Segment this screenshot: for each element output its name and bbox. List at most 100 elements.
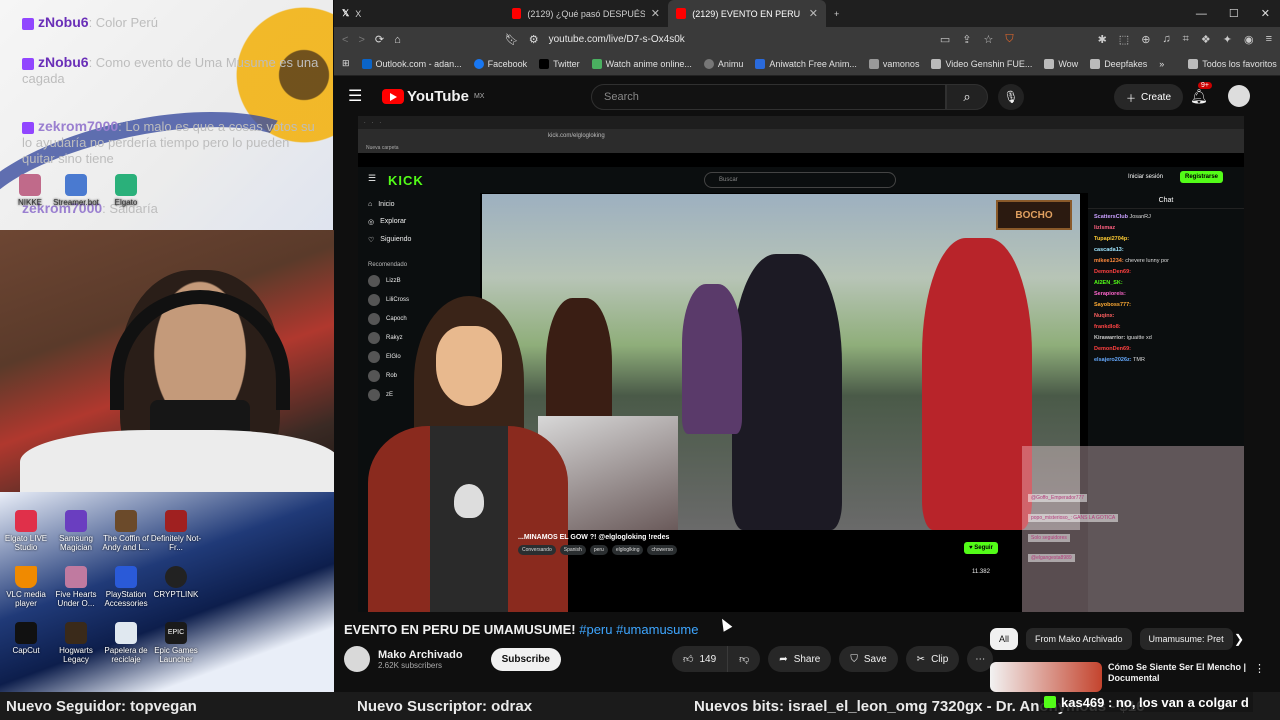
twitch-icon [22, 57, 34, 70]
bookmark-item[interactable]: Video Genshin FUE... [931, 58, 1032, 69]
url-field[interactable]: youtube.com/live/D7-s-Ox4s0k [549, 30, 685, 50]
window-controls: — ☐ ✕ [1196, 0, 1270, 27]
desktop-icon[interactable]: Elgato [96, 174, 156, 207]
chevron-right-icon[interactable]: ❯ [1234, 632, 1244, 646]
cast-icon[interactable]: ▭ [940, 33, 950, 46]
extension-icon[interactable]: ⌗ [1183, 33, 1189, 46]
new-tab-button[interactable]: + [826, 0, 847, 27]
youtube-header: ☰ YouTube MX Search ⌕ 🎙︎ ＋ Create 🔔︎ 9+ [334, 76, 1280, 116]
bookmark-item[interactable]: vamonos [868, 58, 919, 69]
voice-search-button[interactable]: 🎙︎ [998, 84, 1024, 110]
more-bookmarks-icon[interactable]: » [1159, 59, 1164, 69]
home-icon[interactable]: ⌂ [394, 34, 401, 46]
desktop-icon[interactable]: CRYPTLINK [146, 566, 206, 599]
cosplayer-figure [732, 254, 842, 530]
account-avatar[interactable] [1228, 85, 1250, 107]
bell-icon: 🔔︎ [1190, 88, 1208, 104]
close-tab-icon[interactable]: ✕ [651, 7, 660, 20]
chip-from-channel[interactable]: From Mako Archivado [1026, 628, 1132, 650]
like-button[interactable]: 👍︎ 149 [672, 646, 729, 672]
chip-all[interactable]: All [990, 628, 1019, 650]
bookmark-item[interactable]: Wow [1044, 58, 1078, 69]
close-tab-icon[interactable]: ✕ [809, 7, 818, 20]
bookmark-item[interactable]: Watch anime online... [591, 58, 692, 69]
youtube-logo[interactable]: YouTube MX [382, 88, 484, 105]
close-window-button[interactable]: ✕ [1261, 7, 1270, 20]
tab-youtube-live[interactable]: (2129) EVENTO EN PERU DE UMA...✕ [668, 0, 826, 27]
subscriber-count: 2.62K subscribers [378, 660, 443, 670]
video-actions: 👍︎ 149 👎︎ ➦ Share ⛉ Save ✂ Clip ⋯ [672, 646, 994, 672]
maximize-button[interactable]: ☐ [1229, 7, 1239, 20]
channel-name[interactable]: Mako Archivado [378, 649, 463, 661]
kick-tag: elgloglking [611, 545, 644, 555]
site-info-icon[interactable]: ⚙︎ [529, 33, 539, 46]
bookmark-item[interactable]: Facebook [473, 58, 527, 69]
game-icon [165, 510, 187, 532]
aniwatch-icon [755, 58, 766, 69]
thumbs-up-icon: 👍︎ [683, 654, 694, 665]
overlay-chat-message: zNobu6: Color Perú [22, 14, 322, 31]
related-title[interactable]: Cómo Se Siente Ser El Mencho | Documenta… [1108, 662, 1258, 684]
vtuber-avatar [358, 296, 588, 612]
extension-icon[interactable]: ⬚ [1119, 33, 1129, 46]
menu-icon[interactable]: ≡ [1266, 33, 1272, 46]
heart-icon: ♡ [368, 237, 375, 244]
ticker-subscriber: Nuevo Suscriptor: odrax [357, 698, 533, 715]
inner-address-bar: kick.com/elglogloking [358, 129, 1244, 143]
minimize-button[interactable]: — [1196, 8, 1207, 20]
brave-shield-icon[interactable]: ⛉ [1005, 33, 1013, 46]
all-bookmarks[interactable]: Todos los favoritos [1188, 58, 1277, 69]
kick-search: Buscar [704, 172, 896, 188]
extension-icon[interactable]: ❖ [1201, 33, 1211, 46]
bookmark-item[interactable]: Deepfakes [1090, 58, 1147, 69]
more-horizontal-icon: ⋯ [975, 653, 986, 665]
dislike-button[interactable]: 👎︎ [728, 646, 761, 672]
chip-umamusume[interactable]: Umamusume: Pret [1139, 628, 1233, 650]
video-player[interactable]: · · · kick.com/elglogloking Nueva carpeta … [358, 116, 1244, 612]
menu-icon[interactable]: ☰ [348, 86, 374, 106]
create-button[interactable]: ＋ Create [1114, 84, 1184, 110]
search-input[interactable]: Search [591, 84, 946, 110]
kick-chat-line: elsajero2026z: TMR [1094, 357, 1145, 363]
kick-chat-line: frankdlo8: [1094, 324, 1121, 330]
bookmark-item[interactable]: Animu [703, 58, 743, 69]
extension-icon[interactable]: ⊕ [1141, 33, 1150, 46]
extension-icon[interactable]: ✱ [1098, 33, 1107, 46]
kick-logo: KICK [388, 173, 424, 188]
star-icon[interactable]: ☆ [983, 33, 993, 46]
share-icon[interactable]: ⇪ [962, 33, 971, 46]
extension-icon[interactable]: ✦ [1223, 33, 1232, 46]
bookmark-item[interactable]: Aniwatch Free Anim... [755, 58, 857, 69]
scissors-icon: ✂ [916, 653, 926, 665]
related-video[interactable]: Cómo Se Siente Ser El Mencho | Documenta… [990, 662, 1280, 692]
bookmark-item[interactable]: Twitter [539, 58, 580, 69]
notifications-button[interactable]: 🔔︎ 9+ [1190, 82, 1212, 105]
folder-icon [1090, 58, 1101, 69]
apps-icon[interactable]: ⊞ [342, 58, 350, 69]
forward-icon[interactable]: > [358, 34, 364, 46]
desktop-icon[interactable]: Definitely Not-Fr... [146, 510, 206, 552]
reload-icon[interactable]: ⟳ [375, 33, 384, 46]
share-icon: ➦ [779, 653, 788, 665]
more-vertical-icon[interactable]: ⋮ [1254, 662, 1265, 675]
youtube-play-icon [382, 88, 404, 104]
bookmark-item[interactable]: Outlook.com - adan... [361, 58, 462, 69]
share-button[interactable]: ➦ Share [768, 646, 832, 672]
extensions-area: ▭ ⇪ ☆ ⛉ ✱ ⬚ ⊕ ♫ ⌗ ❖ ✦ ◉ ≡ [940, 33, 1272, 46]
tab-youtube-video[interactable]: (2129) ¿Qué pasó DESPUÉS de VOLV...✕ [504, 0, 668, 27]
channel-avatar[interactable] [344, 646, 370, 672]
save-button[interactable]: ⛉ Save [839, 646, 898, 672]
desktop-icon[interactable]: EPIC Epic Games Launcher [146, 622, 206, 664]
search-button[interactable]: ⌕ [946, 84, 988, 110]
music-icon[interactable]: ♫ [1162, 33, 1170, 46]
subscribe-button[interactable]: Subscribe [490, 647, 561, 671]
tab-x[interactable]: 𝕏X [334, 0, 504, 27]
cosplayer-figure [682, 284, 742, 434]
bookmark-icon[interactable]: 🔖︎ [505, 33, 519, 46]
back-icon[interactable]: < [342, 34, 348, 46]
clip-button[interactable]: ✂ Clip [905, 646, 960, 672]
vpn-icon[interactable]: ◉ [1244, 33, 1254, 46]
kick-recommended-label: Recomendado [368, 262, 408, 268]
vlc-icon [15, 566, 37, 588]
related-thumbnail[interactable] [990, 662, 1102, 692]
